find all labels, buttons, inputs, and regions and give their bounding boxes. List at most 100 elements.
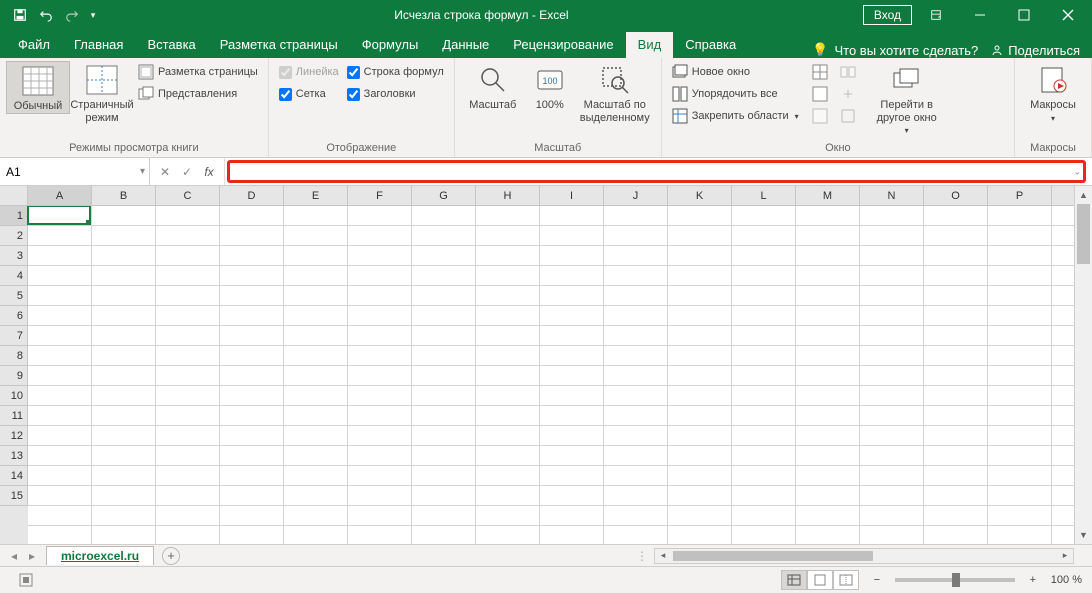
gridlines-checkbox[interactable]: Сетка [275,83,343,105]
tab-home[interactable]: Главная [62,32,135,58]
switch-windows-button[interactable]: Перейти в другое окно▾ [867,61,947,135]
row-header[interactable]: 14 [0,466,28,486]
tell-me-search[interactable]: 💡 Что вы хотите сделать? [812,42,978,58]
tab-data[interactable]: Данные [430,32,501,58]
arrange-all-button[interactable]: Упорядочить все [668,83,803,105]
share-button[interactable]: Поделиться [990,43,1080,58]
page-layout-button[interactable]: Разметка страницы [134,61,262,83]
record-macro-icon[interactable] [10,572,34,588]
zoom-knob[interactable] [952,573,960,587]
row-header[interactable]: 8 [0,346,28,366]
row-header[interactable]: 1 [0,206,28,226]
ribbon-options-icon[interactable] [916,0,956,30]
close-icon[interactable] [1048,0,1088,30]
row-header[interactable]: 10 [0,386,28,406]
new-window-button[interactable]: Новое окно [668,61,803,83]
tab-review[interactable]: Рецензирование [501,32,625,58]
sync-scroll-button[interactable] [835,83,861,105]
hscroll-thumb[interactable] [673,551,873,561]
column-header[interactable]: H [476,186,540,205]
row-header[interactable]: 3 [0,246,28,266]
sheet-tab[interactable]: microexcel.ru [46,546,154,565]
column-header[interactable]: J [604,186,668,205]
formula-input[interactable] [230,164,1083,181]
unhide-button[interactable] [807,105,833,127]
column-header[interactable]: F [348,186,412,205]
qat-dropdown-icon[interactable]: ▾ [86,3,100,27]
zoom-slider[interactable] [895,578,1015,582]
split-button[interactable] [807,61,833,83]
column-header[interactable]: O [924,186,988,205]
add-sheet-button[interactable]: + [162,547,180,565]
cells-grid[interactable] [28,206,1092,544]
name-box-dropdown-icon[interactable]: ▾ [140,166,145,177]
minimize-icon[interactable] [960,0,1000,30]
zoom-level[interactable]: 100 % [1051,574,1082,586]
column-header[interactable]: L [732,186,796,205]
zoom-in-button[interactable]: + [1025,574,1041,586]
tab-help[interactable]: Справка [673,32,748,58]
enter-icon[interactable]: ✓ [176,161,198,183]
column-header[interactable]: E [284,186,348,205]
sheet-nav-prev-icon[interactable]: ◂ [6,548,22,564]
reset-position-button[interactable] [835,105,861,127]
column-header[interactable]: A [28,186,92,205]
column-header[interactable]: K [668,186,732,205]
zoom-out-button[interactable]: − [869,574,885,586]
formula-bar-checkbox[interactable]: Строка формул [343,61,448,83]
tab-insert[interactable]: Вставка [135,32,207,58]
freeze-panes-button[interactable]: Закрепить области▾ [668,105,803,127]
scroll-left-icon[interactable]: ◂ [655,549,671,563]
row-header[interactable]: 5 [0,286,28,306]
row-header[interactable]: 4 [0,266,28,286]
expand-formula-bar-icon[interactable]: ⌄ [1073,166,1081,177]
selected-cell[interactable] [27,206,91,225]
row-header[interactable]: 7 [0,326,28,346]
macros-button[interactable]: Макросы▾ [1021,61,1085,123]
tab-formulas[interactable]: Формулы [350,32,431,58]
row-header[interactable]: 6 [0,306,28,326]
column-header[interactable]: B [92,186,156,205]
headings-checkbox[interactable]: Заголовки [343,83,448,105]
scroll-right-icon[interactable]: ▸ [1057,549,1073,563]
row-header[interactable]: 13 [0,446,28,466]
vertical-scrollbar[interactable]: ▲ ▼ [1074,186,1092,544]
column-header[interactable]: N [860,186,924,205]
undo-icon[interactable] [34,3,58,27]
row-header[interactable]: 2 [0,226,28,246]
save-icon[interactable] [8,3,32,27]
column-header[interactable]: C [156,186,220,205]
column-header[interactable]: D [220,186,284,205]
hide-button[interactable] [807,83,833,105]
zoom-button[interactable]: Масштаб [461,61,525,112]
page-layout-shortcut[interactable] [807,570,833,590]
tab-page-layout[interactable]: Разметка страницы [208,32,350,58]
normal-view-shortcut[interactable] [781,570,807,590]
fx-icon[interactable]: fx [198,161,220,183]
column-header[interactable]: P [988,186,1052,205]
row-header[interactable]: 15 [0,486,28,506]
row-header[interactable]: 12 [0,426,28,446]
page-break-shortcut[interactable] [833,570,859,590]
column-header[interactable]: M [796,186,860,205]
tab-file[interactable]: Файл [6,32,62,58]
row-header[interactable]: 11 [0,406,28,426]
horizontal-scrollbar[interactable]: ◂ ▸ [654,548,1074,564]
column-header[interactable]: I [540,186,604,205]
select-all-corner[interactable] [0,186,28,205]
scroll-up-icon[interactable]: ▲ [1075,186,1092,204]
sheet-nav-next-icon[interactable]: ▸ [24,548,40,564]
zoom-selection-button[interactable]: Масштаб по выделенному [575,61,655,124]
name-box[interactable]: A1 ▾ [0,158,150,185]
page-break-button[interactable]: Страничный режим [70,61,134,124]
cancel-icon[interactable]: ✕ [154,161,176,183]
redo-icon[interactable] [60,3,84,27]
row-header[interactable]: 9 [0,366,28,386]
zoom-100-button[interactable]: 100 100% [525,61,575,112]
view-side-by-side-button[interactable] [835,61,861,83]
tab-view[interactable]: Вид [626,32,674,58]
column-header[interactable]: G [412,186,476,205]
vscroll-thumb[interactable] [1077,204,1090,264]
normal-view-button[interactable]: Обычный [6,61,70,114]
scroll-down-icon[interactable]: ▼ [1075,526,1092,544]
